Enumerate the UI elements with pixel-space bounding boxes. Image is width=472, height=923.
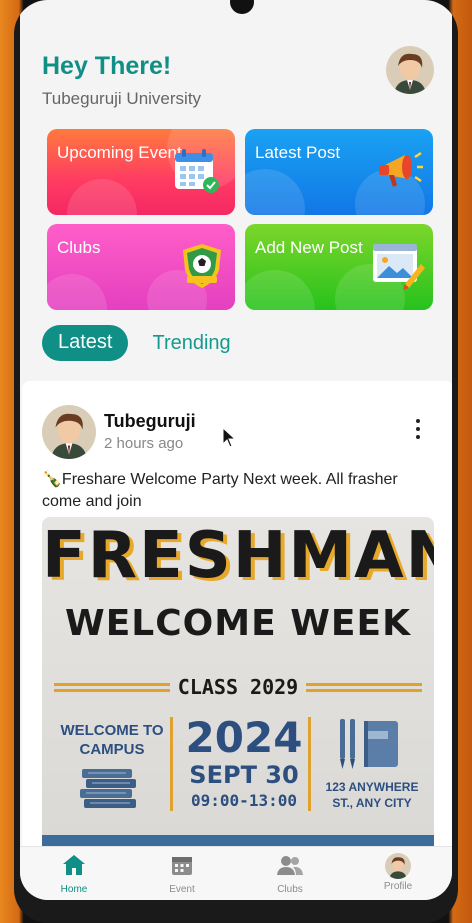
avatar-icon (385, 853, 411, 879)
image-edit-icon (371, 240, 425, 295)
post-timestamp: 2 hours ago (104, 435, 184, 452)
card-decoration (47, 274, 107, 310)
post-image[interactable]: FRESHMAN WELCOME WEEK CLASS 2029 WELCOME… (42, 517, 434, 861)
phone-frame: Hey There! Tubeguruji University Upcomin… (14, 0, 458, 923)
poster-subtitle: WELCOME WEEK (64, 603, 411, 644)
card-decoration (245, 169, 305, 215)
more-options-icon[interactable] (414, 419, 422, 441)
bottom-navigation: Home Event Clubs Profile (20, 846, 452, 900)
tab-trending[interactable]: Trending (152, 332, 230, 355)
add-new-post-label: Add New Post (255, 238, 363, 257)
camera-cutout (230, 0, 254, 14)
tab-latest[interactable]: Latest (42, 325, 129, 361)
nav-clubs-label: Clubs (277, 884, 303, 895)
upcoming-event-card[interactable]: Upcoming Event (47, 129, 235, 215)
soccer-badge-icon (177, 240, 227, 295)
calendar-check-icon (173, 147, 221, 200)
poster-class: CLASS 2029 (177, 675, 299, 699)
clubs-label: Clubs (57, 238, 101, 257)
poster-address: 123 ANYWHERE ST., ANY CITY (325, 780, 419, 810)
pens-notebook-icon (334, 717, 404, 778)
poster-date: SEPT 30 (189, 761, 299, 789)
megaphone-icon (375, 143, 425, 198)
nav-profile-label: Profile (383, 881, 413, 892)
nav-home-label: Home (60, 884, 88, 895)
books-icon (78, 765, 140, 816)
nav-event[interactable]: Event (142, 847, 222, 900)
card-decoration (245, 270, 315, 310)
upcoming-event-label: Upcoming Event (57, 143, 182, 162)
feed-tabs: Latest Trending (42, 325, 231, 361)
post-author-avatar[interactable] (42, 405, 96, 459)
poster-welcome: WELCOME TO CAMPUS (60, 722, 164, 758)
people-icon (276, 856, 304, 881)
nav-clubs[interactable]: Clubs (250, 847, 330, 900)
mouse-cursor-icon (222, 426, 237, 454)
latest-post-label: Latest Post (255, 143, 341, 162)
add-new-post-card[interactable]: Add New Post (245, 224, 433, 310)
nav-home[interactable]: Home (34, 847, 114, 900)
poster-divider (308, 717, 311, 811)
poster-year: 2024 (185, 713, 303, 762)
post-author-name[interactable]: Tubeguruji (104, 411, 196, 432)
poster-time: 09:00-13:00 (191, 791, 297, 810)
header: Hey There! Tubeguruji University (42, 52, 201, 109)
latest-post-card[interactable]: Latest Post (245, 129, 433, 215)
clubs-card[interactable]: Clubs (47, 224, 235, 310)
greeting-title: Hey There! (42, 52, 172, 80)
profile-avatar[interactable] (386, 46, 434, 94)
post-caption: 🍾Freshare Welcome Party Next week. All f… (42, 471, 398, 510)
poster-divider (170, 717, 173, 811)
card-decoration (67, 179, 137, 215)
nav-event-label: Event (169, 884, 195, 895)
university-name: Tubeguruji University (42, 89, 202, 108)
calendar-icon (170, 857, 194, 881)
app-screen: Hey There! Tubeguruji University Upcomin… (20, 0, 452, 900)
post-feed: Tubeguruji 2 hours ago 🍾Freshare Welcome… (22, 381, 452, 861)
nav-profile[interactable]: Profile (358, 847, 438, 900)
poster-title: FRESHMAN (42, 519, 434, 593)
home-icon (61, 855, 87, 881)
